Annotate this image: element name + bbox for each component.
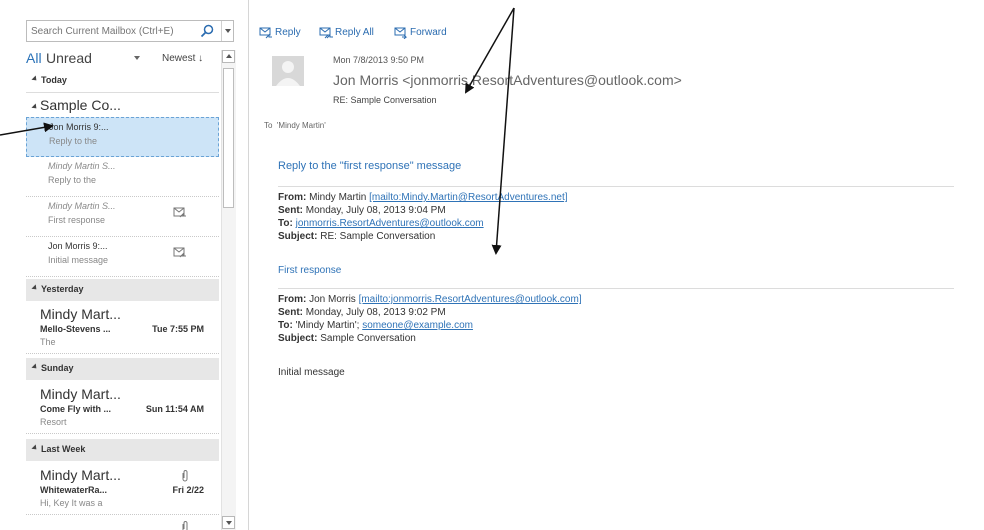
paperclip-icon: [182, 470, 188, 482]
email-link[interactable]: someone@example.com: [362, 320, 473, 331]
scroll-up-button[interactable]: [222, 50, 235, 63]
first-response-text: First response: [278, 265, 342, 276]
item-date: Fri 2/22: [172, 485, 204, 495]
search-box[interactable]: [26, 20, 234, 42]
conversation-item[interactable]: Mindy Martin S... Reply to the: [26, 157, 219, 197]
conversation-item[interactable]: Jon Morris 9:... Initial message: [26, 237, 219, 277]
item-sender: Mindy Mart...: [40, 467, 121, 483]
message-body: Reply to the "first response" message Fr…: [278, 160, 958, 378]
email-link[interactable]: jonmorris.ResortAdventures@outlook.com: [296, 218, 484, 229]
message-list-pane: All Unread Newest ↓ Today Sample Co... J…: [0, 0, 240, 530]
group-header-sunday[interactable]: Sunday: [26, 358, 219, 380]
item-preview: Reply to the: [49, 136, 98, 146]
divider: [278, 288, 954, 289]
reply-all-icon: [319, 27, 333, 39]
item-preview: Hi, Key It was a: [40, 498, 103, 508]
item-sender: Jon Morris 9:...: [49, 122, 109, 132]
message-item[interactable]: Mindy Mart... WhitewaterRa... Fri 2/22 H…: [26, 463, 219, 515]
quoted-header-2: From: Jon Morris [mailto:jonmorris.Resor…: [278, 294, 582, 344]
item-preview: First response: [48, 215, 106, 225]
conversation-item-selected[interactable]: Jon Morris 9:... Reply to the: [26, 117, 219, 157]
message-item[interactable]: Mindy Mart... Mello-Stevens ... Tue 7:55…: [26, 302, 219, 354]
collapse-icon: [31, 363, 39, 371]
chevron-down-icon[interactable]: [134, 56, 140, 60]
collapse-icon: [31, 284, 39, 292]
paperclip-icon: [182, 521, 188, 530]
message-date: Mon 7/8/2013 9:50 PM: [333, 55, 425, 65]
item-sender: Mindy Martin S...: [48, 201, 116, 211]
reply-icon: [173, 207, 186, 218]
group-header-last-week[interactable]: Last Week: [26, 439, 219, 461]
recipient[interactable]: 'Mindy Martin': [277, 121, 326, 130]
mailto-link[interactable]: [mailto:jonmorris.ResortAdventures@outlo…: [359, 294, 582, 305]
group-header-today[interactable]: Today: [26, 70, 219, 93]
reply-icon: [173, 247, 186, 258]
search-icon[interactable]: [199, 23, 215, 39]
message-subject: RE: Sample Conversation: [333, 95, 437, 105]
collapse-icon: [31, 103, 39, 111]
message-recipients: To 'Mindy Martin': [264, 121, 326, 130]
search-scope-dropdown[interactable]: [221, 21, 235, 41]
item-date: Tue 7:55 PM: [152, 324, 204, 334]
initial-message-text: Initial message: [278, 367, 345, 378]
filter-all[interactable]: All: [26, 50, 42, 66]
item-preview: Reply to the: [48, 175, 97, 185]
conversation-item[interactable]: Mindy Martin S... First response: [26, 197, 219, 237]
conversation-header[interactable]: Sample Co...: [26, 97, 219, 117]
message-list: Today Sample Co... Jon Morris 9:... Repl…: [26, 68, 219, 530]
collapse-icon: [31, 444, 39, 452]
collapse-icon: [31, 75, 39, 83]
item-preview: The: [40, 337, 56, 347]
forward-icon: [394, 27, 408, 39]
item-sender: Jon Morris 9:...: [48, 241, 108, 251]
group-header-yesterday[interactable]: Yesterday: [26, 279, 219, 301]
sender-avatar: [272, 56, 304, 86]
scroll-down-button[interactable]: [222, 516, 235, 529]
person-icon: [276, 61, 300, 86]
filter-bar: All Unread Newest ↓: [26, 50, 222, 70]
reading-pane: Reply Reply All Forward Mon 7/8/2013 9:5…: [248, 0, 984, 530]
message-item[interactable]: Mindy Mart... Come Fly with ... Sun 11:5…: [26, 382, 219, 434]
message-sender[interactable]: Jon Morris <jonmorris.ResortAdventures@o…: [333, 72, 682, 88]
item-sender: Mindy Mart...: [40, 386, 121, 402]
mailto-link[interactable]: [mailto:Mindy.Martin@ResortAdventures.ne…: [369, 192, 567, 203]
divider: [278, 186, 954, 187]
message-list-scrollbar[interactable]: [221, 50, 236, 530]
filter-unread[interactable]: Unread: [46, 50, 92, 66]
item-sender: Mindy Martin S...: [48, 161, 116, 171]
message-item[interactable]: [26, 518, 219, 530]
item-preview: Initial message: [48, 255, 109, 265]
reply-heading: Reply to the "first response" message: [278, 160, 462, 172]
scroll-thumb[interactable]: [223, 68, 234, 208]
item-preview: Resort: [40, 417, 67, 427]
item-date: Sun 11:54 AM: [145, 404, 204, 414]
search-input[interactable]: [31, 23, 191, 39]
outlook-window: All Unread Newest ↓ Today Sample Co... J…: [0, 0, 984, 530]
sort-order[interactable]: Newest ↓: [162, 53, 203, 64]
reply-icon: [259, 27, 272, 39]
item-sender: Mindy Mart...: [40, 306, 121, 322]
quoted-header-1: From: Mindy Martin [mailto:Mindy.Martin@…: [278, 192, 568, 242]
